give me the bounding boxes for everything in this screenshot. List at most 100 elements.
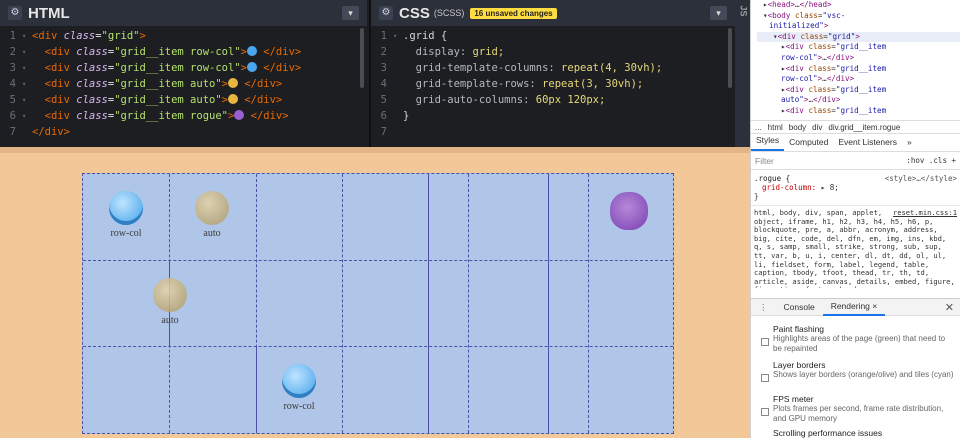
code-token: </div> (32, 126, 70, 138)
code-line[interactable]: 7 </div> (0, 124, 367, 140)
filter-input[interactable]: Filter (755, 156, 774, 166)
code-line[interactable]: 7 (371, 124, 735, 140)
preview-stage: row-col auto auto row-col (0, 147, 750, 438)
dom-node[interactable]: ▾<div class="grid"> (757, 31, 960, 43)
devtools-panel: ▸<head>…</head> ▾<body class="vsc-initial… (750, 0, 960, 438)
code-line[interactable]: 4 ▾ <div class="grid__item auto"> </div> (0, 76, 367, 92)
breadcrumb-item[interactable]: html (768, 123, 783, 132)
option-description: Plots frames per second, frame rate dist… (773, 404, 944, 423)
breadcrumb-item[interactable]: div (812, 123, 822, 132)
rule-property[interactable]: grid-column: (762, 183, 816, 192)
tab-console[interactable]: Console (776, 302, 823, 312)
option-title: Scrolling performance issues (773, 428, 883, 438)
code-token: </div> (244, 110, 289, 122)
rule-source-link[interactable]: <style>…</style> (885, 174, 957, 183)
cold-face-icon (246, 46, 257, 56)
cold-face-icon (282, 364, 316, 398)
tab-rendering[interactable]: Rendering × (822, 298, 886, 316)
code-line[interactable]: 4 grid-template-rows: repeat(3, 30vh); (371, 76, 735, 92)
code-line[interactable]: 5 grid-auto-columns: 60px 120px; (371, 92, 735, 108)
gear-icon[interactable]: ⚙ (8, 6, 22, 20)
code-editors: ⚙ HTML ▾ 1 ▾ <div class="grid"> 2 ▾ <div cla… (0, 0, 750, 147)
fps-meter-checkbox[interactable] (761, 408, 769, 416)
code-line[interactable]: 1 ▾ <div class="grid"> (0, 28, 367, 44)
code-line[interactable]: 5 ▾ <div class="grid__item auto"> </div> (0, 92, 367, 108)
rule-value[interactable]: ▸ 8; (821, 183, 839, 192)
line-number: 4 (9, 78, 16, 90)
styles-filter: Filter :hov .cls + (751, 152, 960, 170)
code-line[interactable]: 6} (371, 108, 735, 124)
cold-face-icon (246, 62, 257, 72)
fold-toggle-icon[interactable]: ▾ (22, 76, 32, 92)
line-number: 2 (9, 46, 16, 58)
fold-toggle-icon[interactable]: ▾ (393, 28, 403, 44)
dom-node[interactable]: initialized"> (757, 21, 960, 32)
css-pane-title: CSS (399, 4, 430, 22)
nerd-face-icon (228, 78, 238, 88)
html-code-area[interactable]: 1 ▾ <div class="grid"> 2 ▾ <div class="grid_… (0, 26, 367, 140)
tab-event-listeners[interactable]: Event Listeners (833, 137, 902, 151)
line-number: 1 (380, 30, 387, 42)
line-number: 3 (380, 62, 387, 74)
code-token: <div (44, 62, 77, 74)
breadcrumb-item[interactable]: body (789, 123, 806, 132)
paint-flashing-checkbox[interactable] (761, 338, 769, 346)
dom-node[interactable]: auto">…</div> (757, 95, 960, 106)
code-line[interactable]: 1 ▾ .grid { (371, 28, 735, 44)
html-pane-title: HTML (28, 4, 70, 22)
fold-toggle-icon[interactable]: ▾ (22, 92, 32, 108)
line-number: 5 (9, 94, 16, 106)
dom-node[interactable]: ▾<body class="vsc- (757, 11, 960, 22)
fold-toggle-icon[interactable]: ▾ (22, 60, 32, 76)
chevron-down-icon[interactable]: ▾ (710, 6, 727, 20)
fold-toggle-icon[interactable]: ▾ (22, 44, 32, 60)
chevron-down-icon[interactable]: ▾ (342, 6, 359, 20)
code-line[interactable]: 2 ▾ <div class="grid__item row-col"> </di… (0, 44, 367, 60)
fold-toggle-icon (393, 60, 403, 76)
layer-borders-checkbox[interactable] (761, 374, 769, 382)
close-icon[interactable]: ✕ (945, 301, 954, 314)
dom-node[interactable]: ▸<div class="grid__item (757, 85, 960, 96)
grid-line (342, 174, 343, 433)
scrollbar[interactable] (360, 28, 364, 88)
dom-node[interactable]: ▸<div class="grid__item (757, 64, 960, 75)
tab-computed[interactable]: Computed (784, 137, 833, 151)
kebab-menu-icon[interactable]: ⋮ (751, 302, 776, 313)
code-line[interactable]: 3 grid-template-columns: repeat(4, 30vh)… (371, 60, 735, 76)
code-token: class (76, 78, 108, 90)
dom-node[interactable]: row-col">…</div> (757, 53, 960, 64)
scrollbar[interactable] (728, 28, 732, 88)
code-line[interactable]: 3 ▾ <div class="grid__item row-col"> </di… (0, 60, 367, 76)
fold-toggle-icon (393, 124, 403, 140)
grid-item-label: auto (161, 315, 179, 326)
drawer-tabs: ⋮ Console Rendering × ✕ (751, 298, 960, 316)
code-line[interactable]: 2 display: grid; (371, 44, 735, 60)
gear-icon[interactable]: ⚙ (379, 6, 393, 20)
code-line[interactable]: 6 ▾ <div class="grid__item rogue"> </div> (0, 108, 367, 124)
filter-actions[interactable]: :hov .cls + (906, 156, 956, 165)
html-editor-pane: ⚙ HTML ▾ 1 ▾ <div class="grid"> 2 ▾ <div cla… (0, 0, 367, 147)
dom-node[interactable]: row-col">…</div> (757, 74, 960, 85)
css-code-area[interactable]: 1 ▾ .grid {2 display: grid; 3 grid-template… (371, 26, 735, 140)
fold-toggle-icon (393, 44, 403, 60)
fold-toggle-icon[interactable]: ▾ (22, 28, 32, 44)
line-number: 7 (9, 126, 16, 138)
tab--[interactable]: » (902, 137, 917, 151)
dom-tree[interactable]: ▸<head>…</head> ▾<body class="vsc-initial… (751, 0, 960, 120)
fold-toggle-icon[interactable]: ▾ (22, 108, 32, 124)
dom-node[interactable]: ▸<div class="grid__item (757, 42, 960, 53)
fold-toggle-icon (393, 92, 403, 108)
js-pane-collapsed[interactable]: JS (735, 0, 750, 147)
code-token: > (240, 46, 247, 58)
dom-node[interactable]: ▸<head>…</head> (757, 0, 960, 11)
breadcrumb-item[interactable]: div.grid__item.rogue (828, 123, 900, 132)
code-token: class (76, 46, 108, 58)
line-number: 4 (380, 78, 387, 90)
breadcrumb-item[interactable]: ... (755, 123, 762, 132)
tab-styles[interactable]: Styles (751, 135, 785, 151)
option-description: Highlights areas of the page (green) tha… (773, 334, 946, 353)
dom-node[interactable]: ▸<div class="grid__item (757, 106, 960, 117)
code-token: </div> (256, 46, 302, 58)
